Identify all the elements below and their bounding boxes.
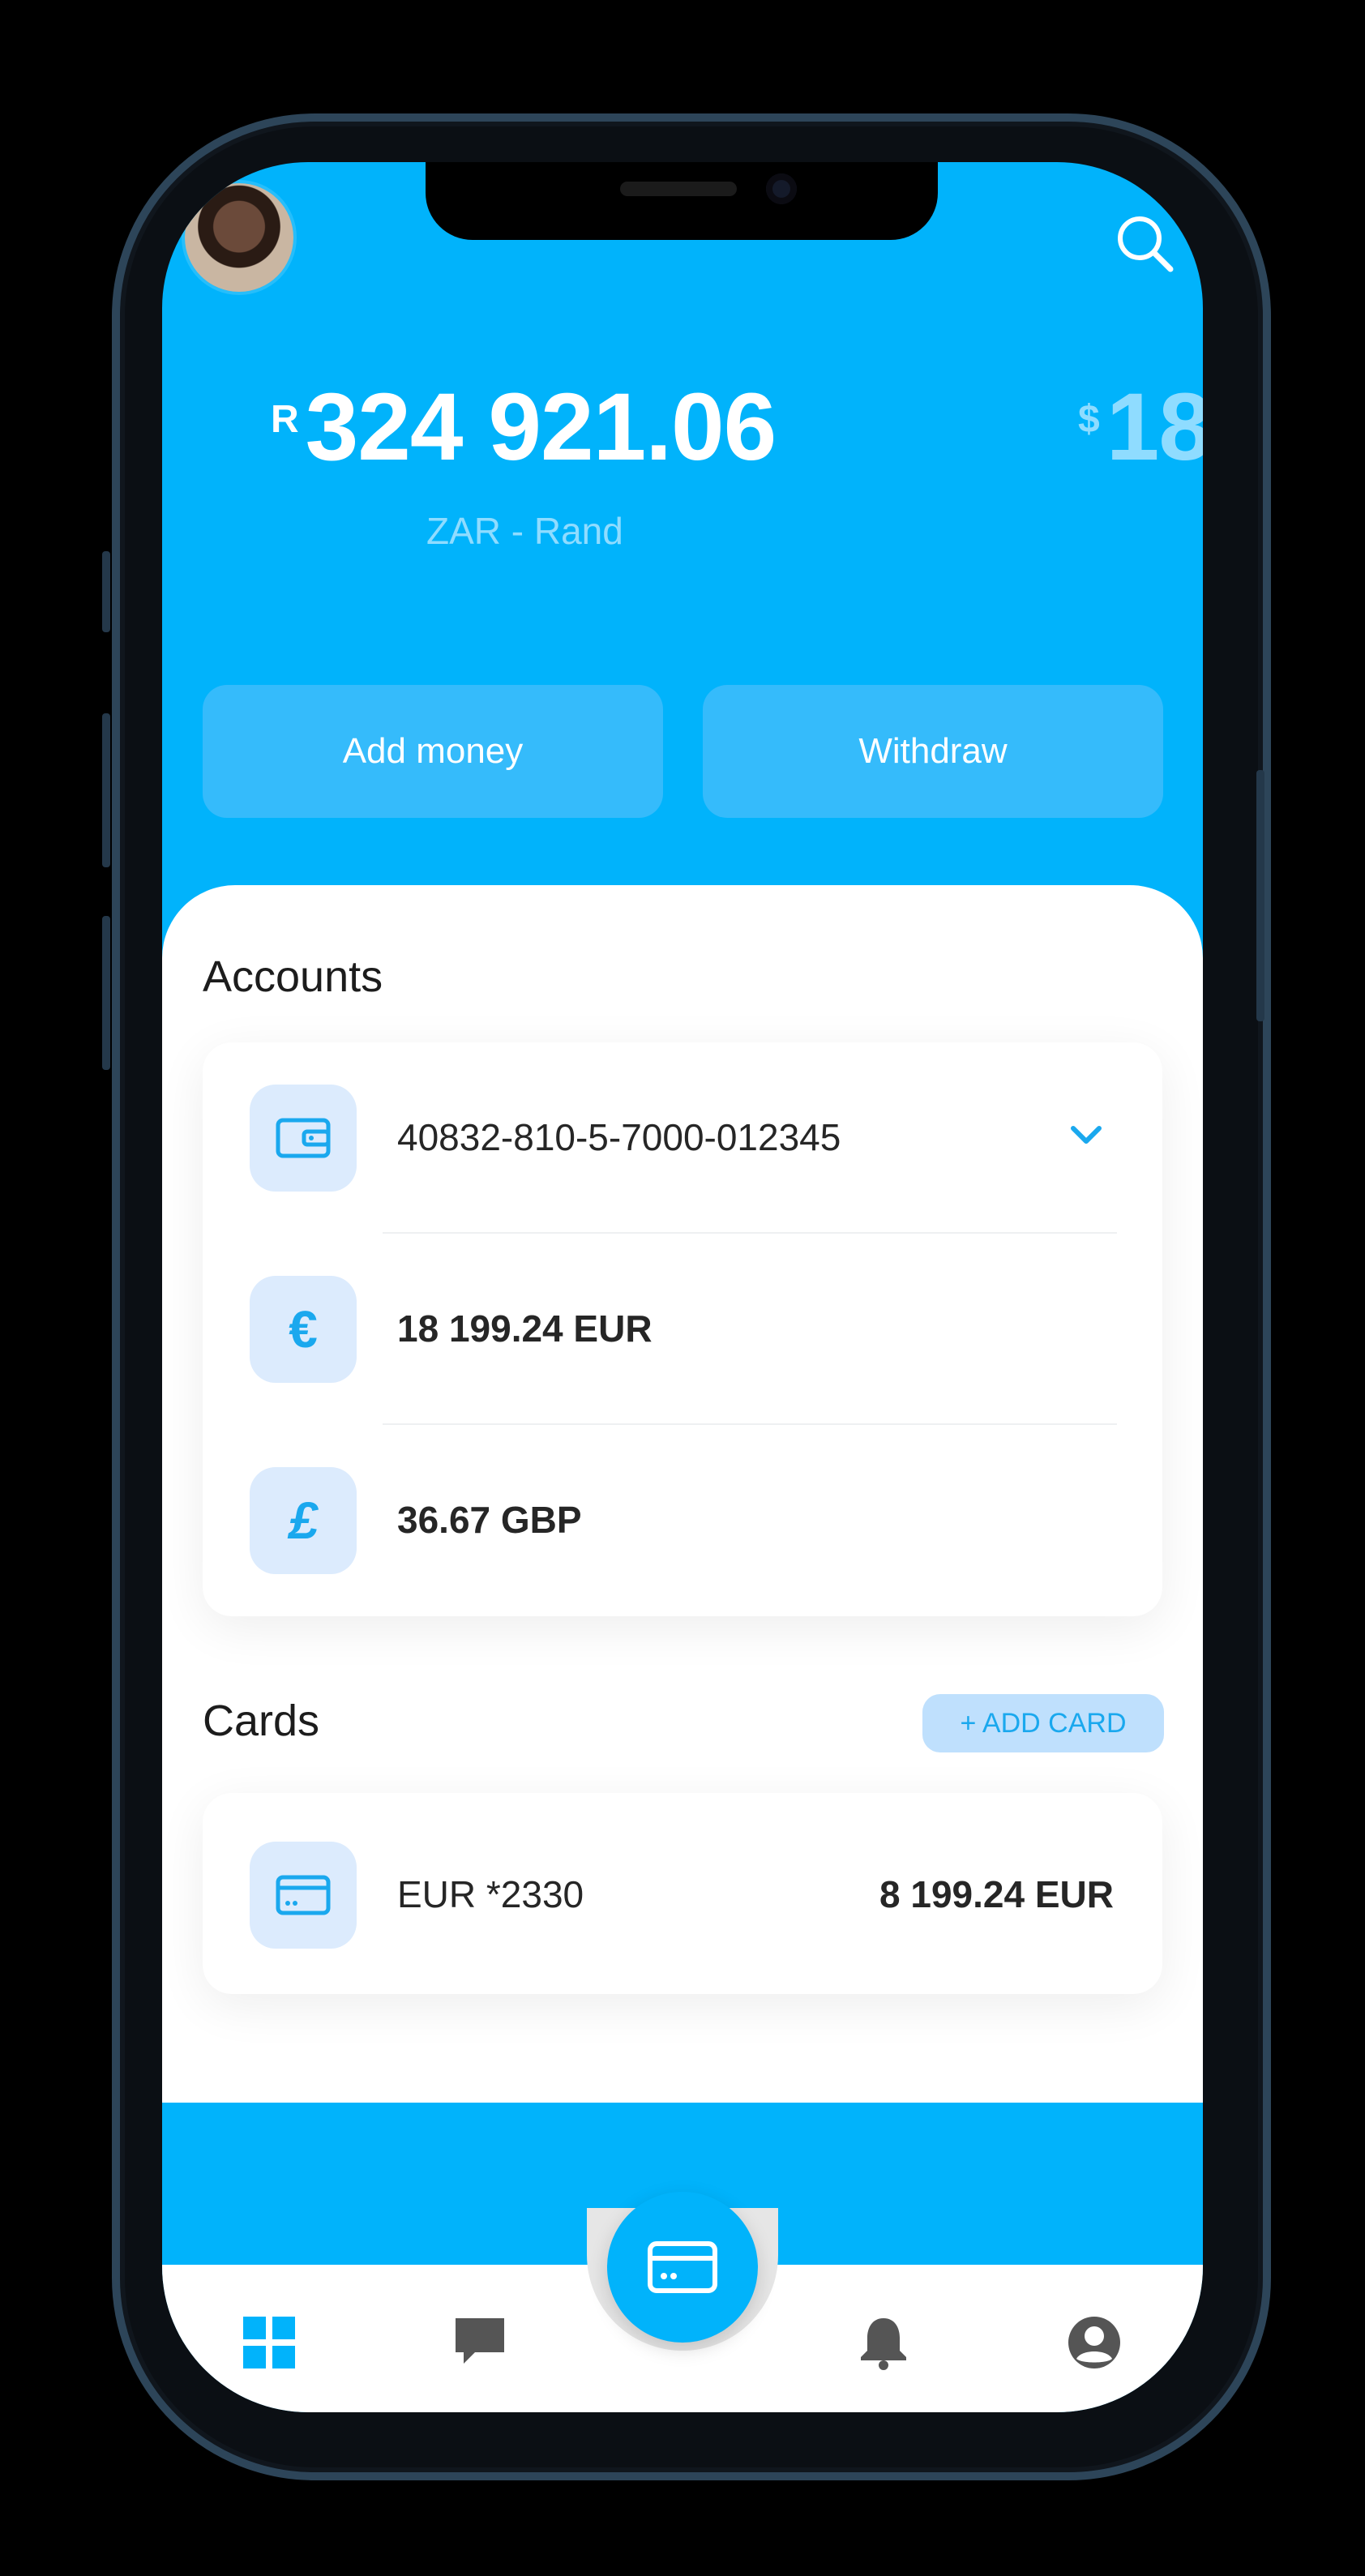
balance-usd-peek[interactable]: $ 18 [1078,379,1203,475]
chevron-down-icon[interactable] [1070,1123,1102,1146]
mute-switch [102,551,110,632]
front-camera [766,173,797,204]
cards-icon [648,2241,717,2293]
volume-up-button [102,713,110,867]
add-card-button[interactable]: + ADD CARD [922,1694,1164,1752]
currency-symbol: R [271,398,299,441]
card-name: EUR *2330 [397,1873,584,1915]
card-row[interactable]: EUR *2330 8 199.24 EUR [203,1799,1162,1989]
euro-icon: € [250,1276,357,1383]
pound-icon: £ [250,1467,357,1574]
currency-symbol: $ [1078,398,1100,441]
balance-zar[interactable]: R 324 921.06 [271,374,777,481]
user-avatar[interactable] [185,183,293,292]
content-sheet: Accounts 40832-810-5-7000-012345 € 18 19… [162,885,1203,2103]
search-icon[interactable] [1112,211,1177,276]
notch [426,162,938,240]
app-screen: R 324 921.06 ZAR - Rand $ 18 Add money W… [162,162,1203,2412]
account-row[interactable]: € 18 199.24 EUR [203,1234,1162,1423]
account-balance: 18 199.24 EUR [397,1307,653,1350]
currency-label: ZAR - Rand [426,510,623,552]
account-number: 40832-810-5-7000-012345 [397,1116,841,1158]
balance-amount: 18 [1106,374,1203,481]
accounts-title: Accounts [203,952,383,1001]
cards-fab-button[interactable] [607,2192,758,2343]
add-money-button[interactable]: Add money [203,685,663,818]
account-row[interactable]: 40832-810-5-7000-012345 [203,1042,1162,1232]
credit-card-icon [250,1842,357,1949]
chat-icon[interactable] [451,2313,509,2372]
balance-amount: 324 921.06 [305,374,777,481]
wallet-icon [250,1085,357,1192]
cards-title: Cards [203,1697,320,1745]
accounts-card: 40832-810-5-7000-012345 € 18 199.24 EUR … [203,1042,1162,1616]
profile-icon[interactable] [1065,2313,1123,2372]
account-row[interactable]: £ 36.67 GBP [203,1425,1162,1615]
bell-icon[interactable] [854,2313,913,2372]
dashboard-icon[interactable] [240,2313,298,2372]
withdraw-button[interactable]: Withdraw [703,685,1163,818]
power-button [1256,770,1264,1021]
speaker [620,182,737,196]
account-balance: 36.67 GBP [397,1499,582,1541]
volume-down-button [102,916,110,1070]
card-amount: 8 199.24 EUR [879,1873,1114,1915]
cards-card: EUR *2330 8 199.24 EUR [203,1793,1162,1994]
